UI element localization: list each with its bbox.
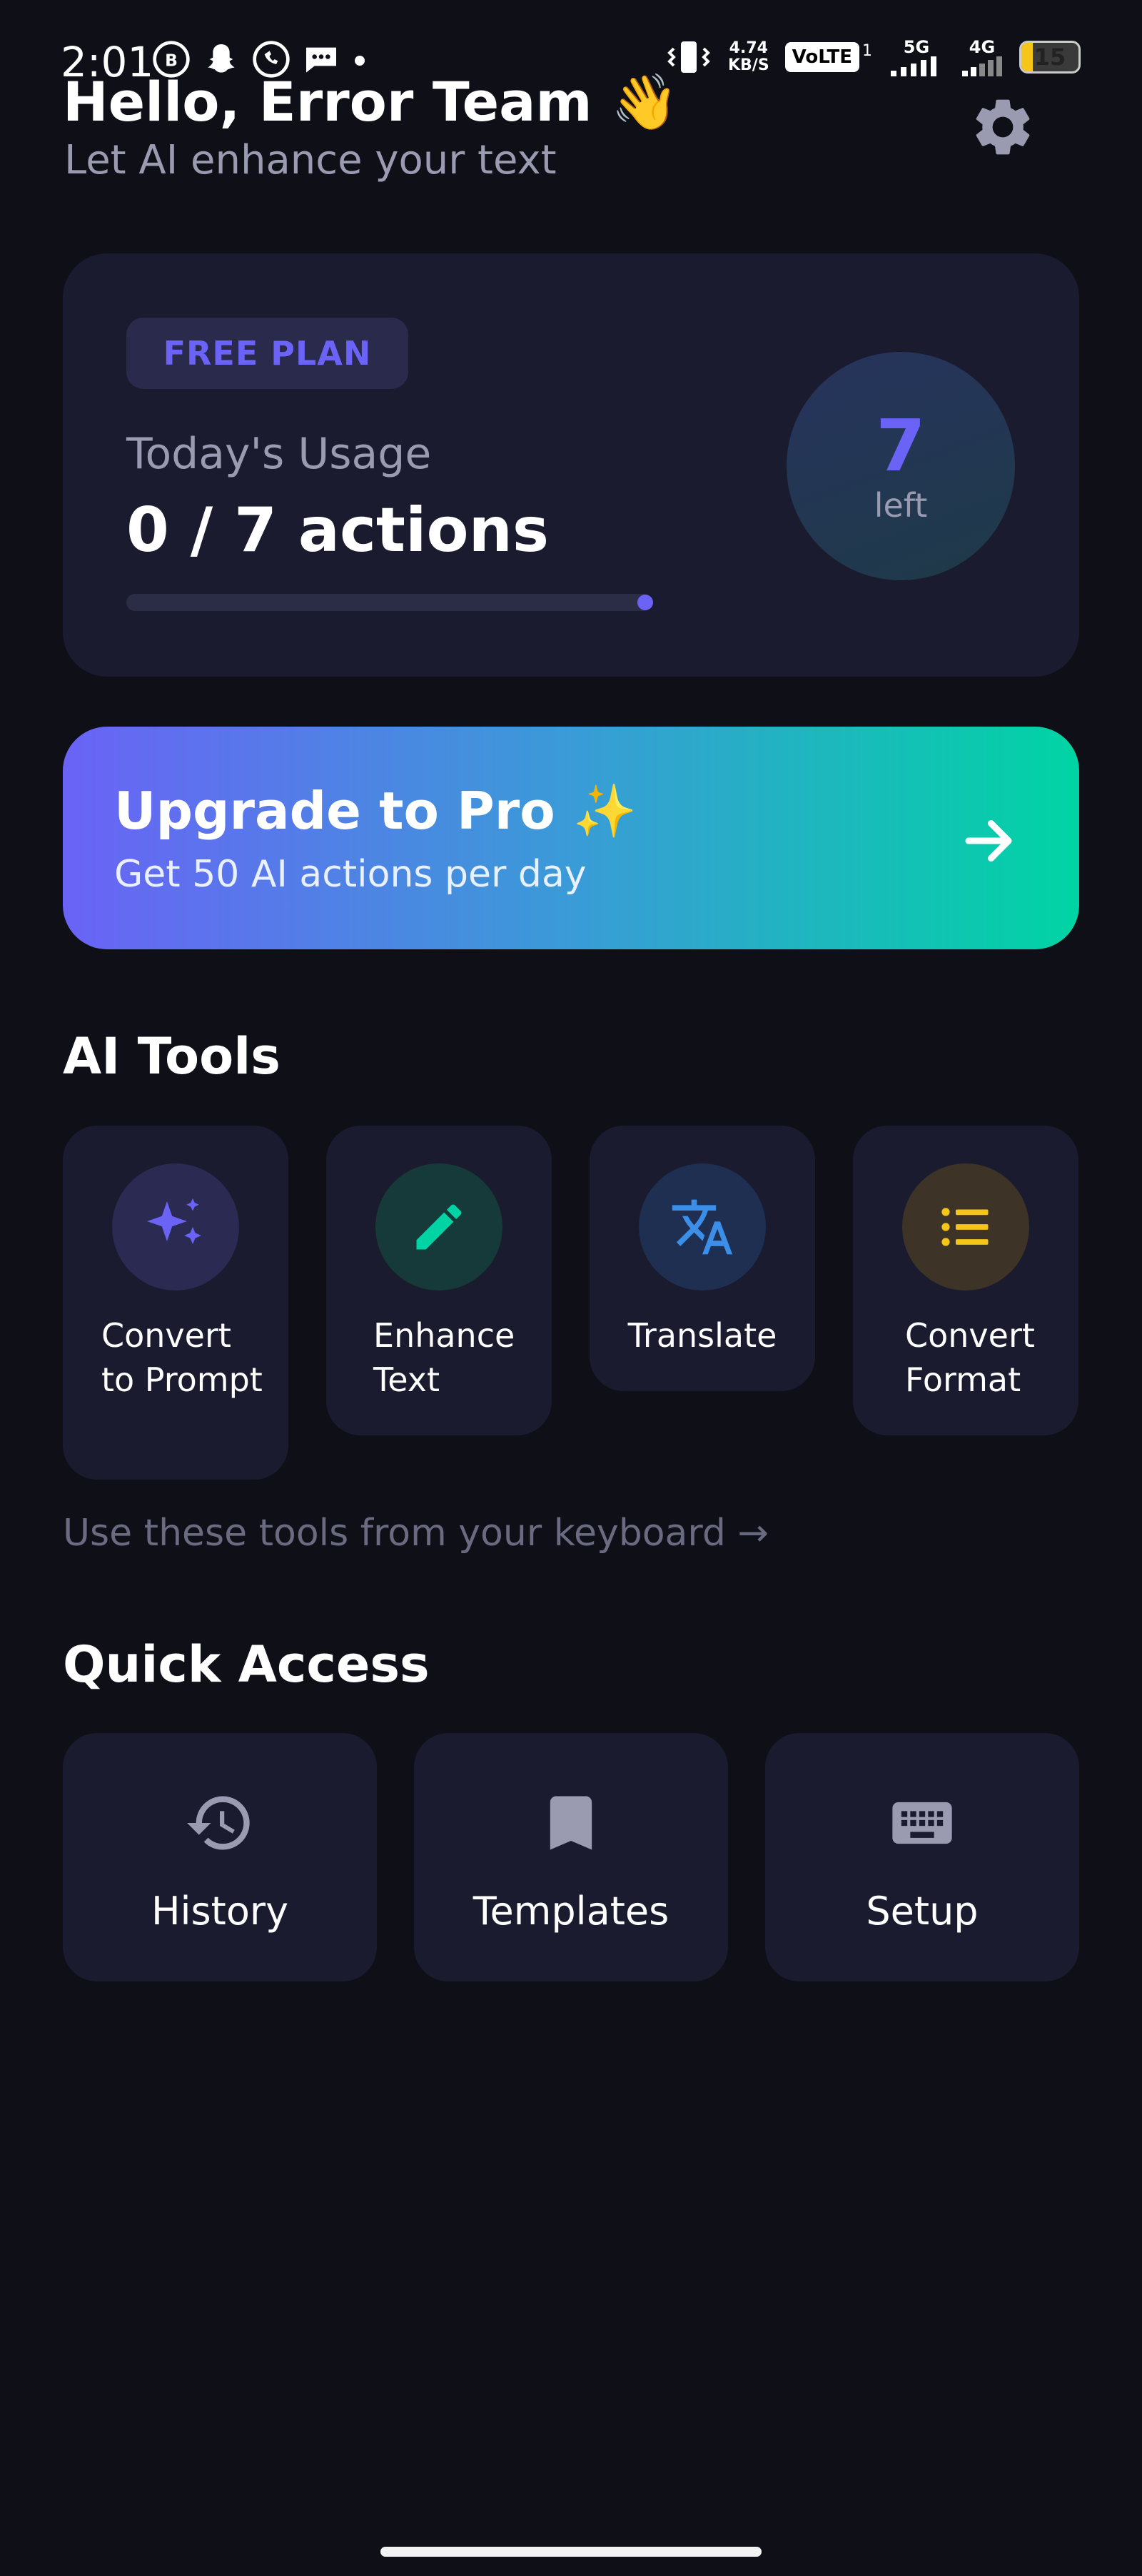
signal-bars-icon xyxy=(891,56,936,76)
tool-translate[interactable]: Translate xyxy=(590,1126,815,1391)
usage-progress-indicator xyxy=(637,595,653,610)
quick-access-history[interactable]: History xyxy=(63,1733,377,1981)
usage-progress-bar xyxy=(126,594,652,611)
upgrade-subtitle: Get 50 AI actions per day xyxy=(114,853,587,896)
volte-indicator: VoLTE 1 xyxy=(784,42,872,72)
sparkles-icon xyxy=(112,1163,239,1290)
remaining-actions-circle: 7 left xyxy=(787,352,1015,580)
list-icon xyxy=(902,1163,1029,1290)
gear-icon xyxy=(976,99,1030,155)
remaining-label: left xyxy=(874,486,928,525)
status-right: 4.74 KB/S VoLTE 1 5G 4G 15 xyxy=(665,37,1081,77)
history-icon xyxy=(187,1796,250,1850)
net-speed: 4.74 KB/S xyxy=(727,39,769,74)
usage-value: 0 / 7 actions xyxy=(126,495,550,566)
keyboard-hint[interactable]: Use these tools from your keyboard → xyxy=(63,1510,769,1557)
plan-badge: FREE PLAN xyxy=(126,318,408,389)
signal-4g: 4G xyxy=(961,38,1004,76)
signal-bars-icon xyxy=(962,56,1002,76)
arrow-right-icon xyxy=(953,805,1024,877)
tool-convert-format[interactable]: Convert Format xyxy=(853,1126,1078,1435)
quick-access-templates[interactable]: Templates xyxy=(414,1733,728,1981)
usage-label: Today's Usage xyxy=(126,429,432,479)
translate-icon xyxy=(639,1163,766,1290)
greeting-subtitle: Let AI enhance your text xyxy=(64,137,557,183)
greeting-title: Hello, Error Team 👋 xyxy=(63,70,679,133)
home-indicator[interactable] xyxy=(380,2547,762,2557)
bookmark-icon xyxy=(550,1796,592,1850)
quick-access-setup[interactable]: Setup xyxy=(765,1733,1079,1981)
tool-convert-to-prompt[interactable]: Convert to Prompt xyxy=(63,1126,288,1480)
keyboard-icon xyxy=(892,1802,952,1844)
ai-tools-title: AI Tools xyxy=(63,1027,281,1086)
quick-access-title: Quick Access xyxy=(63,1635,430,1694)
remaining-count: 7 xyxy=(876,404,926,488)
tool-enhance-text[interactable]: Enhance Text xyxy=(326,1126,552,1435)
settings-button[interactable] xyxy=(967,91,1039,163)
signal-5g: 5G xyxy=(888,38,945,76)
upgrade-title: Upgrade to Pro ✨ xyxy=(114,781,637,841)
pencil-icon xyxy=(375,1163,502,1290)
battery-icon: 15 xyxy=(1019,41,1081,74)
